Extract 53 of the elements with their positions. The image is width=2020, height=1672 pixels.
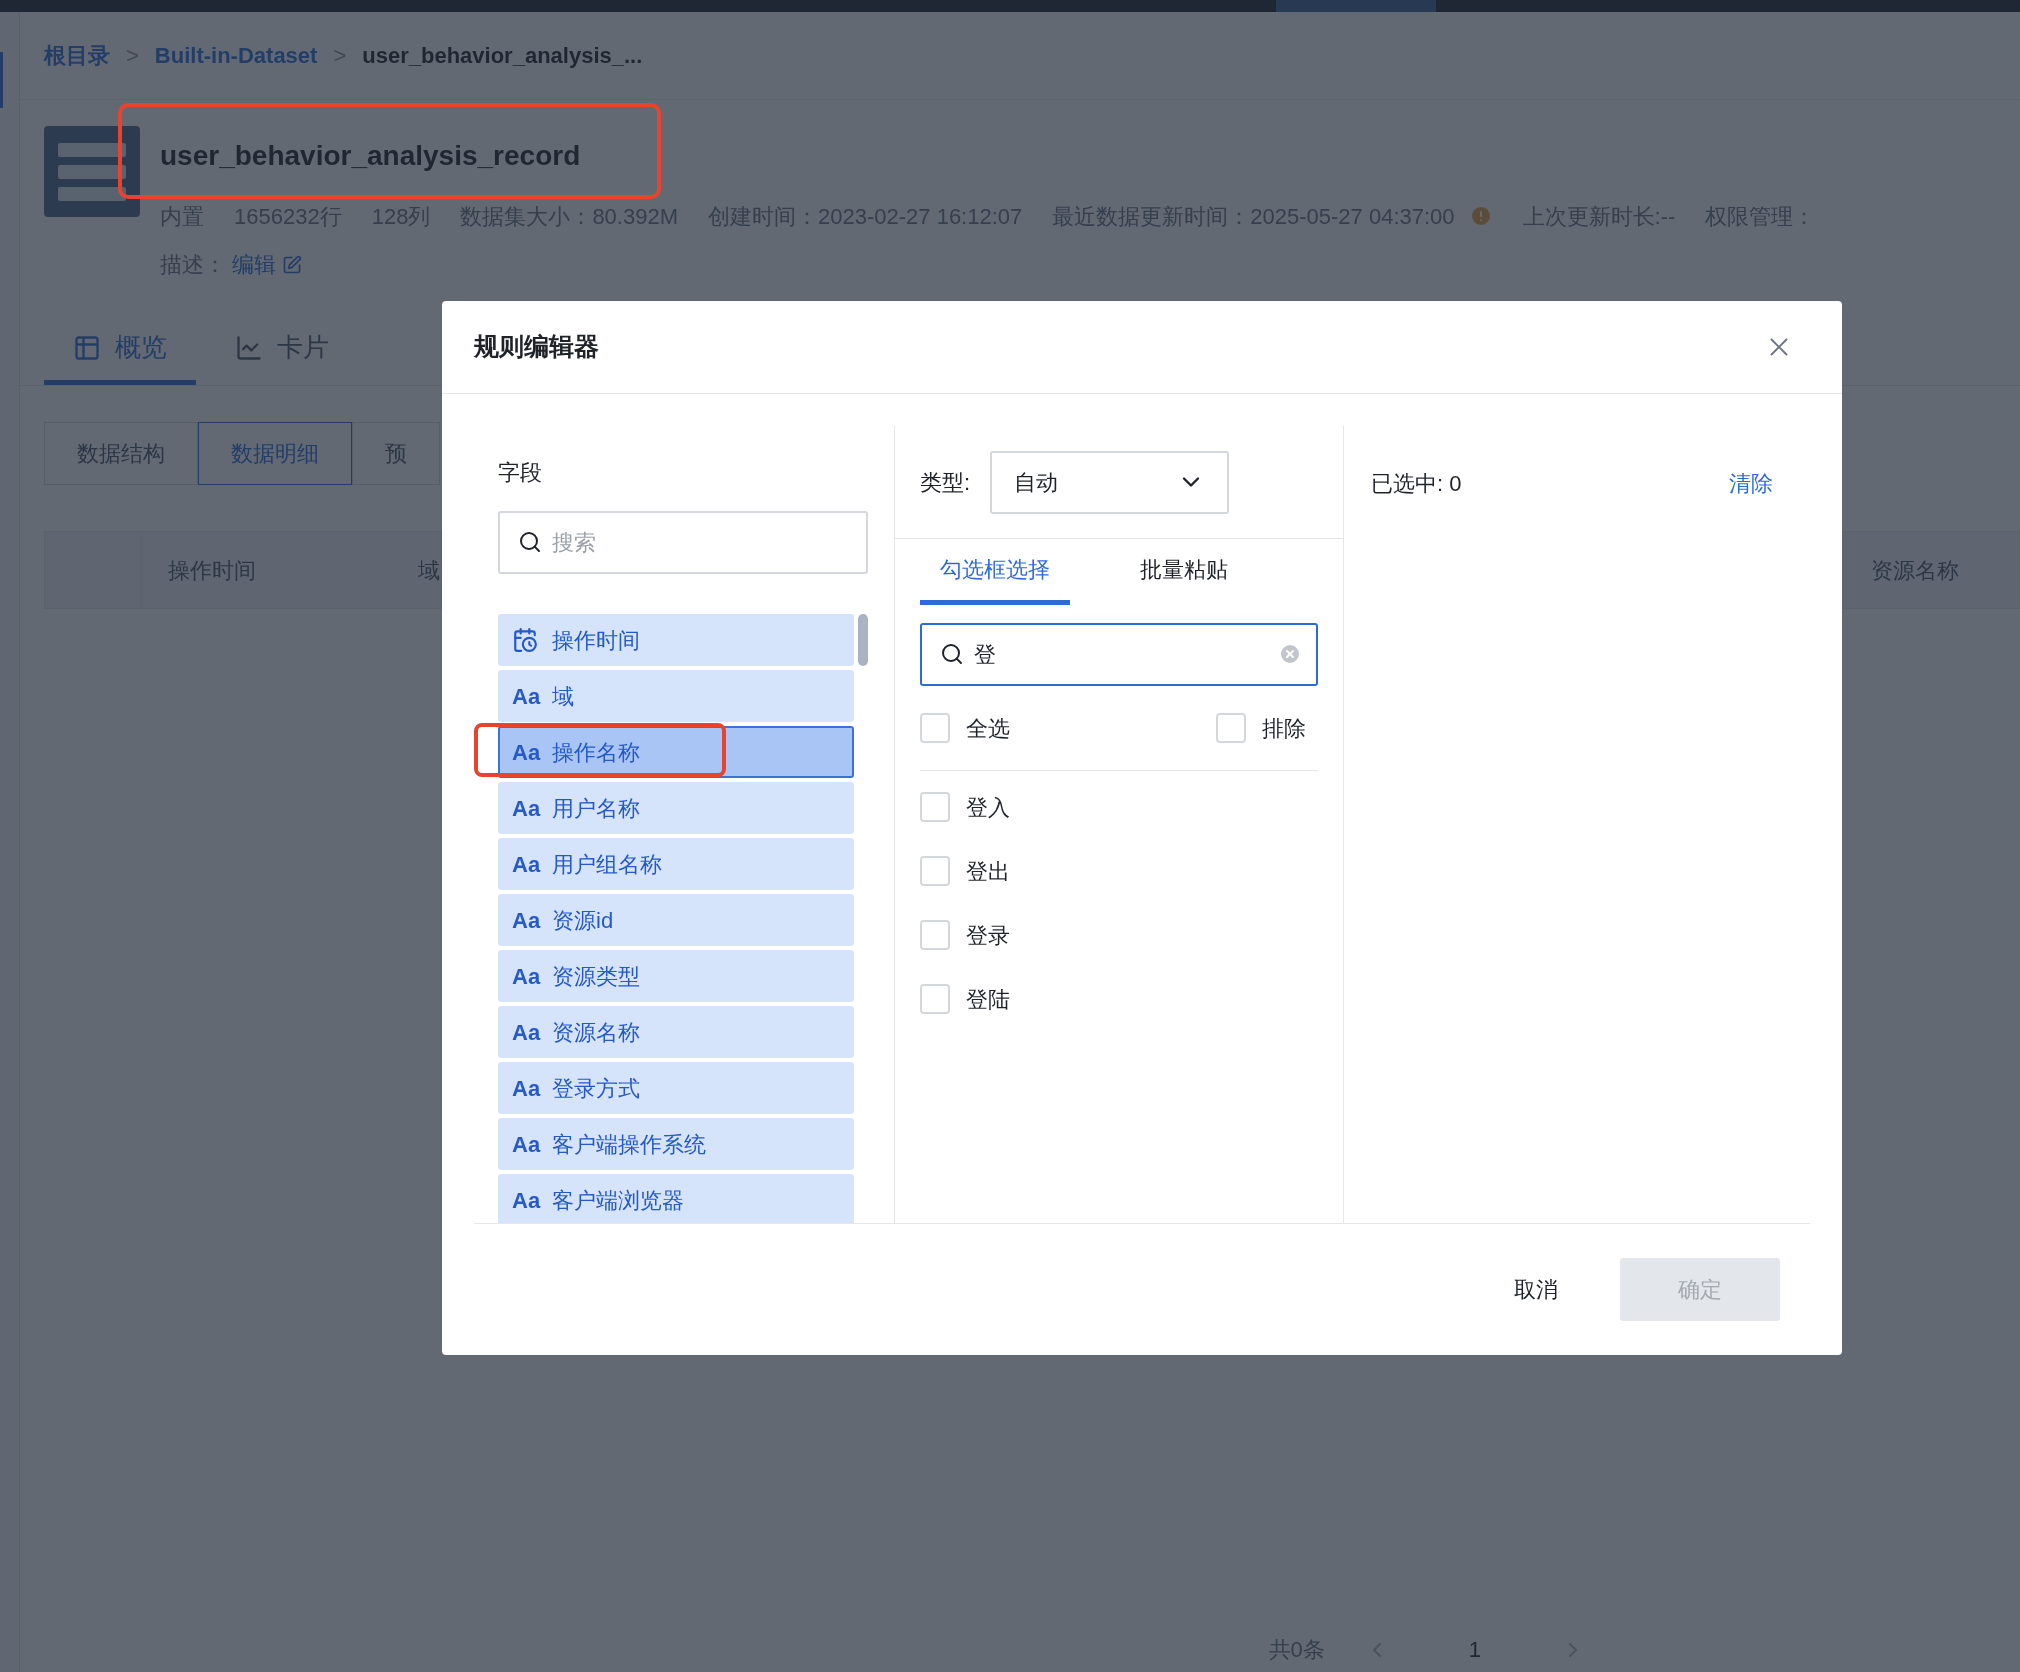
field-name: 资源名称 — [552, 1018, 640, 1047]
field-name: 资源id — [552, 906, 614, 935]
field-item[interactable]: Aa 域 — [498, 670, 854, 722]
cancel-button[interactable]: 取消 — [1502, 1258, 1570, 1321]
field-name: 操作名称 — [552, 738, 640, 767]
search-icon — [518, 530, 542, 554]
type-label: 类型: — [920, 468, 971, 497]
field-item[interactable]: Aa 客户端操作系统 — [498, 1118, 854, 1170]
field-name: 用户名称 — [552, 794, 640, 823]
option-checkbox[interactable] — [920, 792, 950, 822]
option-label: 登陆 — [966, 985, 1010, 1014]
field-search[interactable]: 搜索 — [498, 511, 868, 574]
field-item[interactable]: 操作时间 — [498, 614, 854, 666]
field-name: 域 — [552, 682, 574, 711]
field-item[interactable]: Aa 资源名称 — [498, 1006, 854, 1058]
dataset-title: user_behavior_analysis_record — [160, 139, 581, 173]
mode-tab[interactable]: 勾选框选择 — [920, 539, 1070, 605]
dialog-title: 规则编辑器 — [474, 331, 599, 363]
type-select[interactable]: 自动 — [990, 450, 1230, 514]
field-item[interactable]: Aa 客户端浏览器 — [498, 1174, 854, 1223]
field-name: 客户端浏览器 — [552, 1186, 684, 1215]
value-search[interactable]: 登 — [920, 623, 1318, 686]
option-checkbox[interactable] — [920, 920, 950, 950]
breadcrumb-separator: > — [126, 42, 139, 70]
select-all-label: 全选 — [966, 714, 1010, 743]
field-item[interactable]: Aa 用户组名称 — [498, 838, 854, 890]
option-checkbox[interactable] — [920, 856, 950, 886]
field-name: 客户端操作系统 — [552, 1130, 706, 1159]
scrollbar-thumb[interactable] — [858, 614, 868, 666]
clear-link[interactable]: 清除 — [1729, 466, 1773, 500]
mode-tab[interactable]: 批量粘贴 — [1120, 539, 1248, 605]
option-label: 登录 — [966, 921, 1010, 950]
option-label: 登入 — [966, 793, 1010, 822]
field-name: 用户组名称 — [552, 850, 662, 879]
breadcrumb-separator: > — [333, 42, 347, 70]
field-item[interactable]: Aa 资源类型 — [498, 950, 854, 1002]
exclude-checkbox[interactable] — [1216, 713, 1246, 743]
field-item[interactable]: Aa 操作名称 — [498, 726, 854, 778]
field-item[interactable]: Aa 用户名称 — [498, 782, 854, 834]
field-name: 资源类型 — [552, 962, 640, 991]
fields-label: 字段 — [498, 459, 543, 487]
field-item[interactable]: Aa 资源id — [498, 894, 854, 946]
breadcrumb-current: user_behavior_analysis_... — [362, 42, 643, 70]
field-name: 操作时间 — [552, 626, 640, 655]
calendar-clock-icon — [512, 627, 538, 653]
select-all-checkbox[interactable] — [920, 713, 950, 743]
search-icon — [940, 642, 964, 666]
selected-count: 已选中: 0 — [1371, 469, 1462, 498]
option-label: 登出 — [966, 857, 1010, 886]
field-item[interactable]: Aa 登录方式 — [498, 1062, 854, 1114]
exclude-label: 排除 — [1262, 714, 1306, 743]
option-checkbox[interactable] — [920, 984, 950, 1014]
field-name: 登录方式 — [552, 1074, 640, 1103]
